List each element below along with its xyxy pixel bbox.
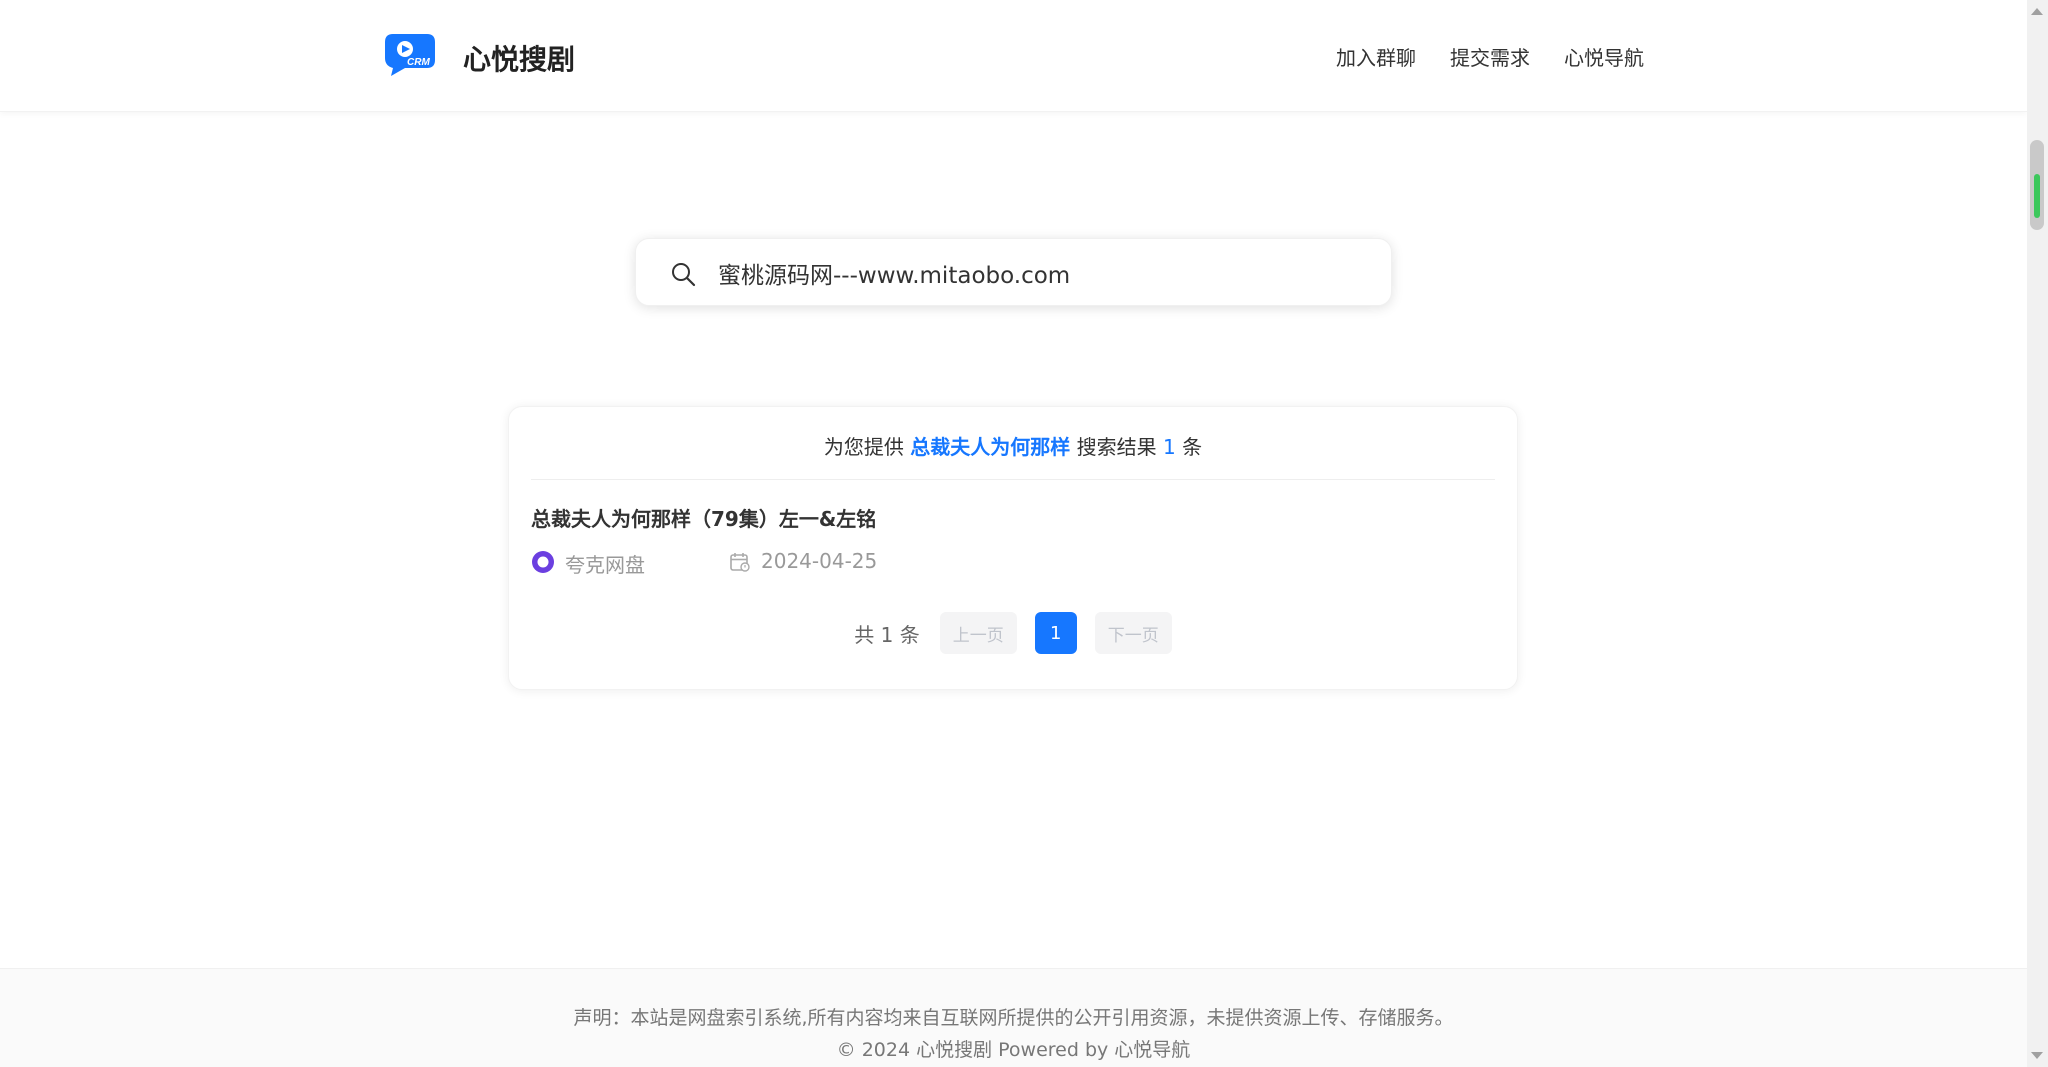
results-card: 为您提供 总裁夫人为何那样 搜索结果 1 条 总裁夫人为何那样（79集）左一&左…	[508, 406, 1518, 690]
summary-count: 1	[1162, 435, 1176, 459]
footer-copyright: © 2024 心悦搜剧 Powered by 心悦导航	[836, 1039, 1191, 1061]
pagination-total: 共 1 条	[854, 622, 920, 647]
summary-suffix: 条	[1182, 435, 1203, 459]
scrollbar-thumb-highlight	[2034, 174, 2040, 218]
scrollbar-thumb[interactable]	[2030, 140, 2044, 230]
search-icon[interactable]	[670, 261, 696, 287]
next-page-button[interactable]: 下一页	[1094, 612, 1172, 654]
result-date: 2024-04-25	[761, 549, 878, 573]
logo-icon[interactable]: CRM	[383, 32, 437, 78]
divider	[531, 479, 1495, 480]
nav-submit-request[interactable]: 提交需求	[1450, 42, 1530, 71]
brand-name[interactable]: 心悦搜剧	[463, 38, 575, 78]
summary-middle: 搜索结果	[1076, 435, 1157, 459]
disk-name: 夸克网盘	[565, 553, 645, 577]
quark-disk-icon	[531, 550, 555, 574]
search-input[interactable]	[718, 253, 1358, 293]
nav-join-group[interactable]: 加入群聊	[1336, 42, 1416, 71]
nav-xinyue-navigation[interactable]: 心悦导航	[1564, 42, 1644, 71]
footer-disclaimer: 声明：本站是网盘索引系统,所有内容均来自互联网所提供的公开引用资源，未提供资源上…	[573, 1007, 1454, 1029]
site-header: CRM 心悦搜剧 加入群聊 提交需求 心悦导航	[0, 0, 2027, 112]
results-summary: 为您提供 总裁夫人为何那样 搜索结果 1 条	[531, 431, 1495, 463]
result-meta: 夸克网盘 2024-04-25	[531, 547, 1131, 577]
logo-text: CRM	[407, 57, 430, 68]
pagination: 共 1 条 上一页 1 下一页	[509, 612, 1517, 654]
scroll-up-icon[interactable]	[2031, 8, 2043, 15]
scroll-down-icon[interactable]	[2031, 1052, 2043, 1059]
summary-keyword: 总裁夫人为何那样	[910, 435, 1071, 459]
prev-page-button[interactable]: 上一页	[939, 612, 1017, 654]
top-nav: 加入群聊 提交需求 心悦导航	[1336, 42, 1644, 71]
site-footer: 声明：本站是网盘索引系统,所有内容均来自互联网所提供的公开引用资源，未提供资源上…	[0, 968, 2027, 1067]
calendar-icon	[729, 551, 751, 573]
search-box	[635, 238, 1392, 306]
summary-prefix: 为您提供	[823, 435, 904, 459]
page-1-button[interactable]: 1	[1034, 612, 1077, 654]
page-scrollbar[interactable]	[2027, 0, 2048, 1067]
result-title[interactable]: 总裁夫人为何那样（79集）左一&左铭	[531, 503, 876, 532]
